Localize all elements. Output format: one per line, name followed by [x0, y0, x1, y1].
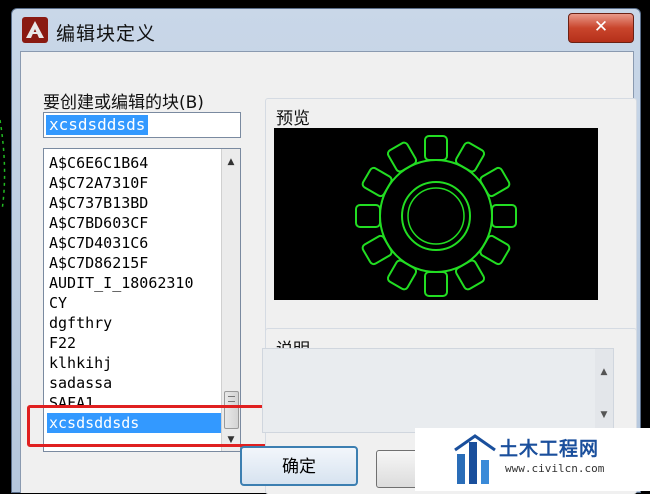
desc-scroll-down-icon[interactable]: ▼	[595, 406, 613, 424]
scroll-up-icon[interactable]: ▲	[222, 153, 240, 171]
selected-block-highlight	[27, 405, 271, 447]
watermark-logo-icon	[454, 434, 496, 484]
block-list-item[interactable]: A$C6E6C1B64	[47, 153, 227, 173]
block-list-items: A$C6E6C1B64 A$C72A7310F A$C737B13BD A$C7BD6…	[47, 153, 227, 433]
block-list-item[interactable]: A$C7D86215F	[47, 253, 227, 273]
block-name-label: 要创建或编辑的块(B)	[43, 93, 204, 113]
desc-scroll-up-icon[interactable]: ▲	[595, 363, 613, 381]
ok-button[interactable]: 确定	[240, 446, 358, 486]
block-list-item[interactable]: A$C7BD603CF	[47, 213, 227, 233]
block-list-item[interactable]: sadassa	[47, 373, 227, 393]
block-list-item[interactable]: A$C7D4031C6	[47, 233, 227, 253]
block-name-input[interactable]: xcsdsddsds	[43, 112, 241, 138]
gear-block-preview-drawing	[355, 135, 517, 297]
block-list-item[interactable]: klhkihj	[47, 353, 227, 373]
description-scrollbar[interactable]: ▲ ▼	[595, 349, 613, 432]
site-watermark: 土木工程网 www.civilcn.com	[415, 428, 650, 491]
description-textbox[interactable]: ▲ ▼	[262, 348, 614, 433]
watermark-text: 土木工程网	[499, 438, 600, 460]
close-icon: ✕	[593, 17, 609, 37]
block-list-item[interactable]: CY	[47, 293, 227, 313]
block-list-item[interactable]: A$C72A7310F	[47, 173, 227, 193]
dialog-title: 编辑块定义	[56, 23, 157, 45]
block-preview	[274, 128, 598, 300]
title-bar[interactable]: 编辑块定义 ✕	[12, 9, 640, 51]
autocad-app-icon	[22, 17, 48, 43]
preview-label: 预览	[276, 109, 310, 129]
block-name-value: xcsdsddsds	[46, 115, 149, 135]
block-list-item[interactable]: dgfthry	[47, 313, 227, 333]
close-button[interactable]: ✕	[568, 13, 634, 43]
block-list-item[interactable]: AUDIT_I_18062310	[47, 273, 227, 293]
watermark-url: www.civilcn.com	[505, 462, 605, 475]
block-list-item[interactable]: F22	[47, 333, 227, 353]
block-list-item[interactable]: A$C737B13BD	[47, 193, 227, 213]
